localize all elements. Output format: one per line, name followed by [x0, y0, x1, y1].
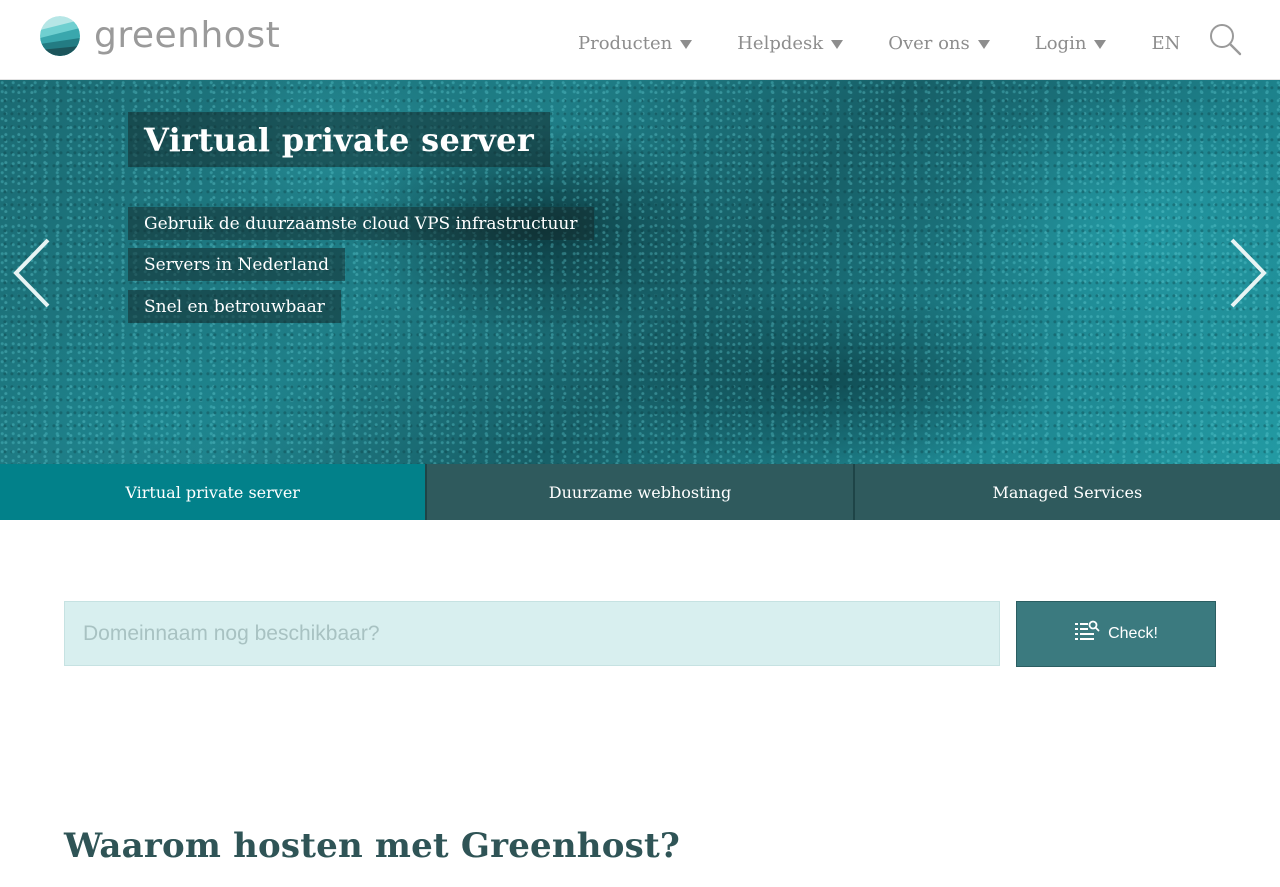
site-header: greenhost Producten Helpdesk Over ons Lo…: [0, 0, 1280, 80]
hero-slider: Virtual private server Gebruik de duurza…: [0, 80, 1280, 464]
nav-item-login[interactable]: Login: [1035, 30, 1107, 58]
nav-item-label: Login: [1034, 33, 1087, 54]
main-nav: Producten Helpdesk Over ons Login EN: [578, 30, 1180, 58]
section-title: Waarom hosten met Greenhost?: [64, 826, 680, 866]
check-button-label: Check!: [1108, 625, 1158, 642]
domain-search-input[interactable]: [64, 601, 1000, 666]
check-button[interactable]: Check!: [1016, 601, 1216, 667]
nav-item-label: Over ons: [888, 33, 970, 54]
hero-title-box: Virtual private server: [128, 112, 551, 167]
nav-item-over-ons[interactable]: Over ons: [888, 30, 990, 58]
tab-duurzame-webhosting[interactable]: Duurzame webhosting: [425, 464, 853, 520]
chevron-right-icon[interactable]: [1228, 238, 1268, 308]
product-tabs: Virtual private server Duurzame webhosti…: [0, 464, 1280, 520]
nav-item-helpdesk[interactable]: Helpdesk: [737, 30, 844, 58]
list-search-icon: [1074, 620, 1100, 648]
hero-line: Gebruik de duurzaamste cloud VPS infrast…: [128, 207, 594, 240]
tab-managed-services[interactable]: Managed Services: [852, 464, 1280, 520]
caret-down-icon: [831, 39, 844, 49]
caret-down-icon: [680, 39, 693, 49]
hero-line: Snel en betrouwbaar: [128, 290, 341, 323]
search-icon[interactable]: [1208, 22, 1244, 58]
hero-title: Virtual private server: [144, 120, 535, 159]
hero-line: Servers in Nederland: [128, 248, 345, 281]
nav-item-label: Helpdesk: [737, 33, 824, 54]
layered-sphere-logo-icon: [40, 16, 80, 56]
logo-link[interactable]: greenhost: [40, 16, 280, 56]
chevron-left-icon[interactable]: [12, 238, 52, 308]
caret-down-icon: [977, 39, 990, 49]
logo-wordmark: greenhost: [94, 15, 281, 56]
nav-item-producten[interactable]: Producten: [578, 30, 693, 58]
language-switch[interactable]: EN: [1151, 30, 1180, 58]
tab-virtual-private-server[interactable]: Virtual private server: [0, 464, 426, 520]
nav-item-label: Producten: [578, 33, 673, 54]
caret-down-icon: [1094, 39, 1107, 49]
